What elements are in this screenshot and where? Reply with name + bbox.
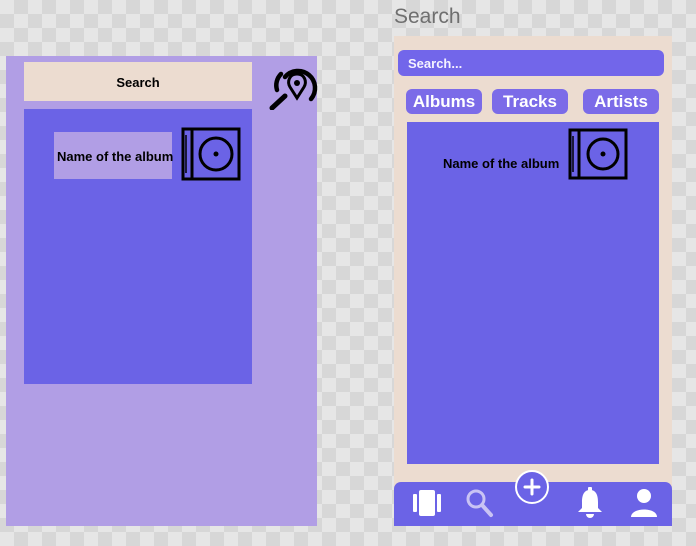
bell-icon[interactable] [572,486,608,520]
plus-icon [523,478,541,496]
wireframe-album-card[interactable]: Name of the album [54,132,174,179]
album-name: Name of the album [443,156,560,171]
vinyl-album-icon [568,128,628,180]
map-pin-search-icon[interactable] [265,66,319,110]
vinyl-album-icon [181,127,241,181]
wireframe-results-panel: Name of the album [24,109,252,384]
search-icon[interactable] [462,486,498,520]
add-button[interactable] [515,470,549,504]
wireframe-album-name: Name of the album [57,149,174,164]
library-icon[interactable] [409,486,445,520]
tab-albums[interactable]: Albums [406,89,482,114]
wireframe-screen: Search Name of the album [6,56,319,526]
results-panel: Name of the album [407,122,659,464]
page-title: Search [394,5,461,28]
bottom-nav [394,470,672,526]
search-input[interactable] [398,50,664,76]
wireframe-search-label: Search [116,75,160,90]
mockup-screen: Albums Tracks Artists Name of the album [394,36,672,526]
user-icon[interactable] [626,486,662,520]
tab-tracks[interactable]: Tracks [492,89,568,114]
tab-artists[interactable]: Artists [583,89,659,114]
wireframe-search-bar[interactable]: Search [24,62,252,101]
